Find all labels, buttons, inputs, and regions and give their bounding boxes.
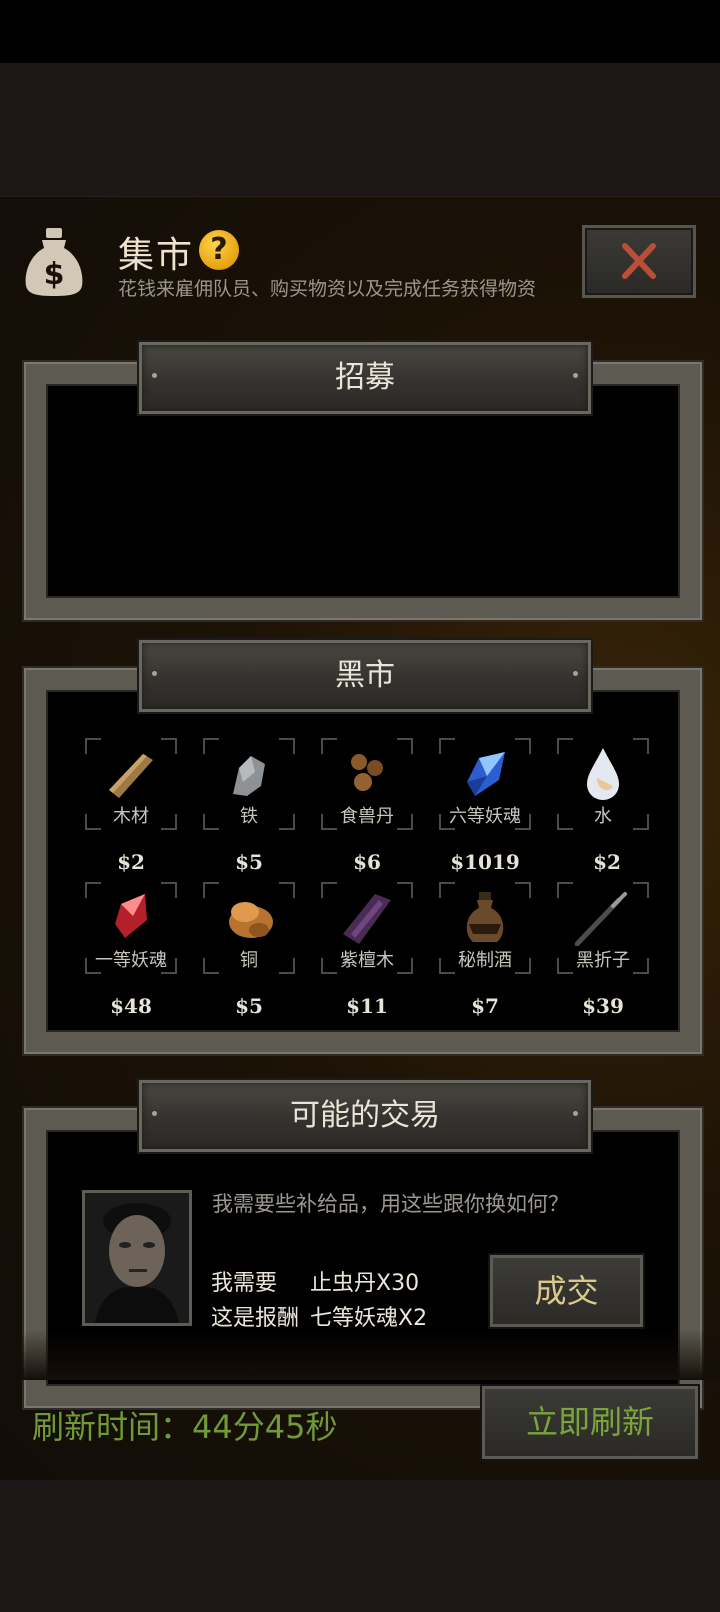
item-name: 铜 — [240, 950, 258, 971]
status-bar — [0, 0, 720, 63]
water-drop-icon — [587, 748, 619, 800]
blackmarket-banner: 黑市 — [139, 640, 591, 712]
need-label: 我需要 — [211, 1271, 278, 1296]
item-price: $5 — [235, 850, 263, 874]
purple-wood-icon — [343, 894, 391, 944]
beast-pill-icon — [351, 754, 383, 791]
blue-crystal-icon — [467, 752, 505, 796]
bottom-strip — [0, 1480, 720, 1612]
item-price: $1019 — [450, 850, 520, 874]
close-icon — [622, 243, 656, 279]
item-name: 水 — [594, 806, 612, 827]
reward-label: 这是报酬 — [211, 1306, 300, 1331]
item-name: 黑折子 — [576, 950, 630, 971]
trade-title: 可能的交易 — [290, 1098, 440, 1133]
market-item-purple-wood[interactable]: 紫檀木 — [321, 882, 413, 974]
item-price: $48 — [110, 994, 152, 1018]
market-item-wood[interactable]: 木材 — [85, 738, 177, 830]
item-name: 紫檀木 — [340, 950, 394, 971]
wood-icon — [109, 754, 153, 798]
trader-face-icon — [85, 1193, 189, 1323]
item-name: 食兽丹 — [340, 806, 394, 827]
item-name: 一等妖魂 — [95, 950, 167, 971]
refresh-now-button[interactable]: 立即刷新 — [482, 1386, 698, 1459]
deal-button[interactable]: 成交 — [490, 1255, 643, 1327]
recruit-title: 招募 — [335, 360, 395, 395]
item-price: $11 — [346, 994, 388, 1018]
money-bag-icon: $ — [25, 228, 83, 296]
page-title: 集市 — [118, 235, 195, 276]
trade-message: 我需要些补给品，用这些跟你换如何？ — [212, 1192, 569, 1216]
market-item-black-stick[interactable]: 黑折子 — [557, 882, 649, 974]
market-item-copper[interactable]: 铜 — [203, 882, 295, 974]
item-price: $2 — [593, 850, 621, 874]
blackmarket-title: 黑市 — [335, 658, 395, 693]
svg-text:$: $ — [44, 257, 65, 292]
item-price: $7 — [471, 994, 499, 1018]
item-name: 木材 — [113, 806, 149, 827]
market-item-beast-pill[interactable]: 食兽丹 — [321, 738, 413, 830]
list-fade — [0, 1330, 720, 1380]
wine-jar-icon — [466, 892, 504, 942]
item-name: 六等妖魂 — [449, 806, 521, 827]
reward-value: 七等妖魂X2 — [310, 1306, 428, 1331]
market-item-blue-soul[interactable]: 六等妖魂 — [439, 738, 531, 830]
page-subtitle: 花钱来雇佣队员、购买物资以及完成任务获得物资 — [118, 278, 537, 300]
iron-icon — [233, 756, 265, 796]
help-icon[interactable]: ? — [199, 230, 239, 270]
item-name: 铁 — [240, 806, 258, 827]
item-price: $2 — [117, 850, 145, 874]
copper-icon — [229, 902, 273, 938]
item-price: $5 — [235, 994, 263, 1018]
recruit-banner: 招募 — [139, 342, 591, 414]
market-item-water[interactable]: 水 — [557, 738, 649, 830]
market-item-iron[interactable]: 铁 — [203, 738, 295, 830]
item-name: 秘制酒 — [458, 950, 512, 971]
trader-portrait — [82, 1190, 192, 1326]
item-price: $39 — [582, 994, 624, 1018]
close-button[interactable] — [582, 225, 696, 298]
need-value: 止虫丹X30 — [310, 1271, 420, 1296]
red-crystal-icon — [115, 894, 147, 938]
market-item-red-soul[interactable]: 一等妖魂 — [85, 882, 177, 974]
refresh-timer: 刷新时间：44分45秒 — [32, 1408, 338, 1446]
trade-banner: 可能的交易 — [139, 1080, 591, 1152]
market-item-wine[interactable]: 秘制酒 — [439, 882, 531, 974]
item-price: $6 — [353, 850, 381, 874]
black-stick-icon — [575, 892, 627, 946]
